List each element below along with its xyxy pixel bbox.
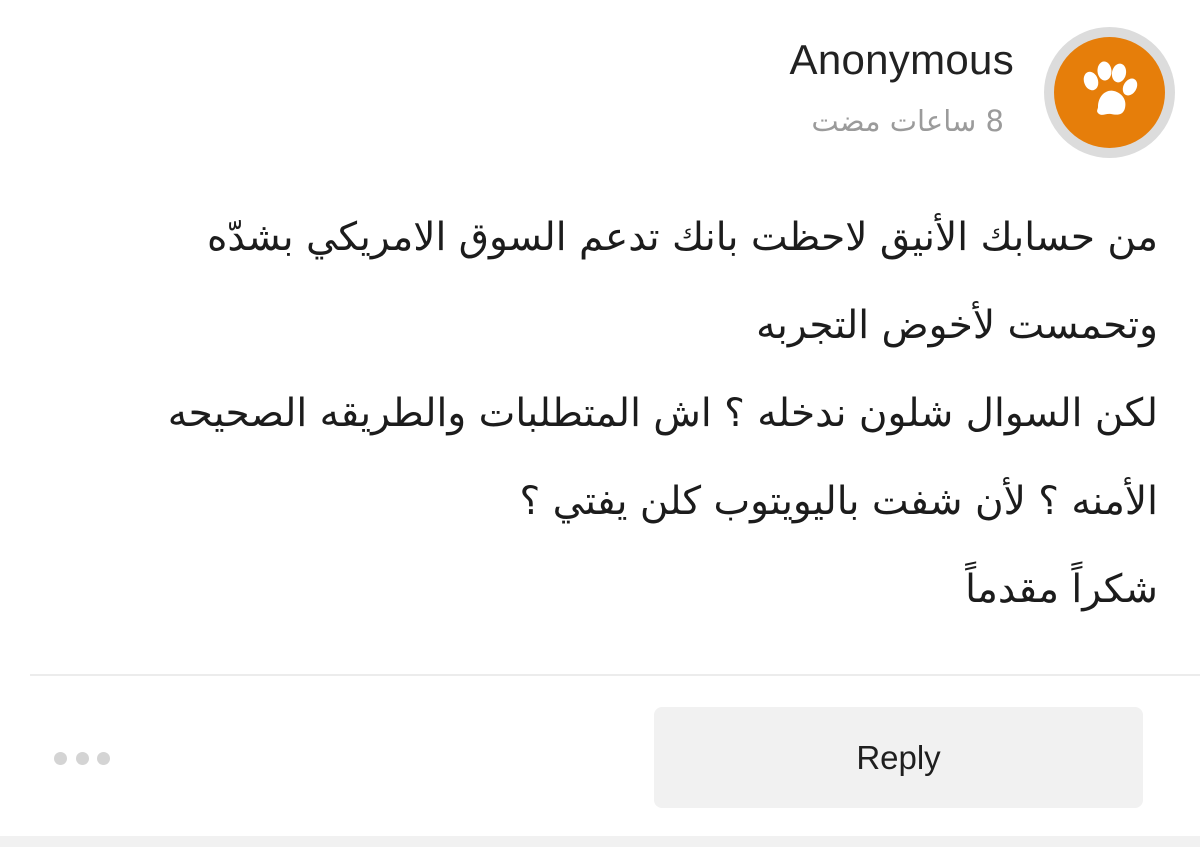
reply-button[interactable]: Reply [654,707,1143,808]
more-horizontal-icon [75,751,89,765]
paw-icon [1054,37,1165,148]
divider [30,674,1200,676]
avatar-circle [1054,37,1165,148]
comment-body: من حسابك الأنيق لاحظت بانك تدعم السوق ال… [38,194,1158,634]
bottom-separator [0,836,1200,847]
comment-line: من حسابك الأنيق لاحظت بانك تدعم السوق ال… [207,215,1158,260]
author-name[interactable]: Anonymous [790,36,1015,84]
comment-line: لكن السوال شلون ندخله ؟ اش المتطلبات وال… [167,391,1158,436]
comment-line: الأمنه ؟ لأن شفت باليويتوب كلن يفتي ؟ [519,479,1158,524]
more-options-button[interactable] [54,744,110,772]
avatar[interactable] [1044,27,1175,158]
comment-line: وتحمست لأخوض التجربه [756,303,1158,348]
comment-card: Anonymous 8 ساعات مضت من حسابك الأنيق لا… [0,0,1200,847]
timestamp: 8 ساعات مضت [811,104,1004,138]
more-horizontal-icon [97,751,110,765]
more-horizontal-icon [54,751,67,765]
comment-line: شكراً مقدماً [965,567,1158,612]
